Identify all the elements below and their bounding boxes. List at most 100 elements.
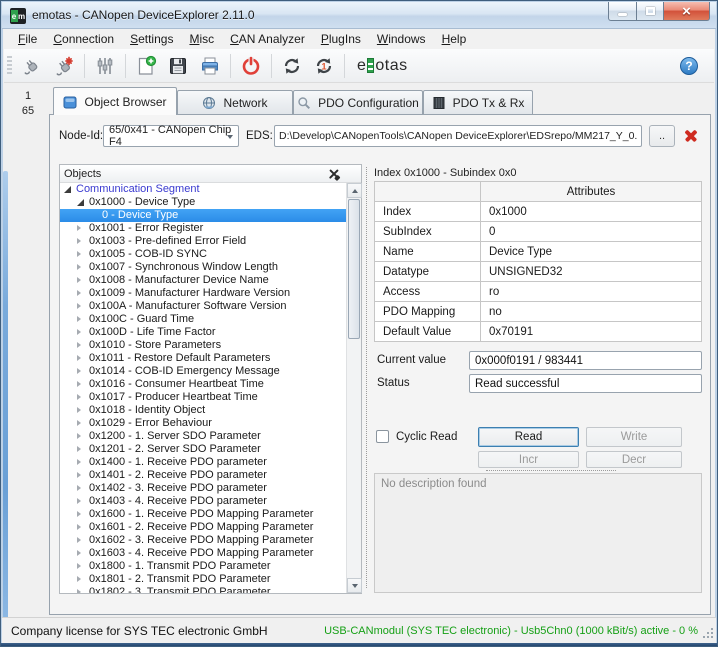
tree-item[interactable]: 0x1800 - 1. Transmit PDO Parameter [60,560,346,573]
collapsed-arrow-icon[interactable] [77,537,81,543]
tree-item[interactable]: 0x1003 - Pre-defined Error Field [60,235,346,248]
incr-button[interactable]: Incr [478,451,579,468]
tree-item[interactable]: 0x1400 - 1. Receive PDO parameter [60,456,346,469]
tree-item[interactable]: 0x1801 - 2. Transmit PDO Parameter [60,573,346,586]
current-value-field[interactable]: 0x000f0191 / 983441 [469,351,702,370]
read-button[interactable]: Read [478,427,579,447]
tree-item[interactable]: 0x1001 - Error Register [60,222,346,235]
collapsed-arrow-icon[interactable] [77,225,81,231]
tools-icon[interactable] [327,167,341,181]
maximize-button[interactable] [637,2,664,21]
collapsed-arrow-icon[interactable] [77,355,81,361]
decr-button[interactable]: Decr [586,451,682,468]
new-file-button[interactable] [131,52,161,80]
tree-scrollbar[interactable] [346,183,361,593]
tree-item[interactable]: 0x1802 - 3. Transmit PDO Parameter [60,586,346,593]
expanded-arrow-icon[interactable] [64,186,71,193]
tree-item[interactable]: 0x1007 - Synchronous Window Length [60,261,346,274]
tree-item[interactable]: 0x1017 - Producer Heartbeat Time [60,391,346,404]
tree-item[interactable]: 0x1029 - Error Behaviour [60,417,346,430]
tree-item[interactable]: 0x1018 - Identity Object [60,404,346,417]
resize-grip[interactable] [711,636,713,638]
settings-button[interactable] [90,52,120,80]
collapsed-arrow-icon[interactable] [77,576,81,582]
node-list-item[interactable]: 65 [9,104,47,119]
tree-item[interactable]: 0x1008 - Manufacturer Device Name [60,274,346,287]
collapsed-arrow-icon[interactable] [77,524,81,530]
scroll-down-button[interactable] [347,578,362,593]
close-button[interactable]: × [664,2,710,21]
tree-item[interactable]: 0x1403 - 4. Receive PDO parameter [60,495,346,508]
tree-item[interactable]: 0x1601 - 2. Receive PDO Mapping Paramete… [60,521,346,534]
splitter-dots[interactable] [486,470,616,471]
tree-item[interactable]: 0x1011 - Restore Default Parameters [60,352,346,365]
collapsed-arrow-icon[interactable] [77,511,81,517]
write-button[interactable]: Write [586,427,682,447]
toolbar-grip[interactable] [7,56,12,76]
title-bar[interactable]: e m emotas - CANopen DeviceExplorer 2.11… [2,2,716,29]
collapsed-arrow-icon[interactable] [77,368,81,374]
menu-file[interactable]: File [10,30,45,48]
collapsed-arrow-icon[interactable] [77,329,81,335]
minimize-button[interactable] [608,2,637,21]
refresh-button[interactable] [277,52,307,80]
collapsed-arrow-icon[interactable] [77,420,81,426]
tree-item[interactable]: 0x1401 - 2. Receive PDO parameter [60,469,346,482]
node-list-item[interactable]: 1 [9,89,47,104]
refresh-single-button[interactable]: 1 [309,52,339,80]
panel-splitter[interactable] [366,167,367,588]
collapsed-arrow-icon[interactable] [77,563,81,569]
disconnect-button[interactable] [49,52,79,80]
collapsed-arrow-icon[interactable] [77,485,81,491]
menu-help[interactable]: Help [434,30,475,48]
tree-item[interactable]: 0x1402 - 3. Receive PDO parameter [60,482,346,495]
tree-item[interactable]: 0x1201 - 2. Server SDO Parameter [60,443,346,456]
collapsed-arrow-icon[interactable] [77,264,81,270]
scroll-up-button[interactable] [347,183,362,198]
collapsed-arrow-icon[interactable] [77,238,81,244]
tree-item[interactable]: 0x100D - Life Time Factor [60,326,346,339]
browse-eds-button[interactable]: .. [649,125,675,147]
tree-item[interactable]: 0x1009 - Manufacturer Hardware Version [60,287,346,300]
scrollbar-thumb[interactable] [348,199,360,339]
tree-item[interactable]: 0x1010 - Store Parameters [60,339,346,352]
expanded-arrow-icon[interactable] [77,199,84,206]
tree-item[interactable]: 0x1016 - Consumer Heartbeat Time [60,378,346,391]
collapsed-arrow-icon[interactable] [77,407,81,413]
node-id-select[interactable]: 65/0x41 - CANopen Chip F4 [103,125,239,147]
tree-item[interactable]: 0x1600 - 1. Receive PDO Mapping Paramete… [60,508,346,521]
tree-item[interactable]: 0x1014 - COB-ID Emergency Message [60,365,346,378]
tree-item[interactable]: 0x1602 - 3. Receive PDO Mapping Paramete… [60,534,346,547]
remove-eds-button[interactable] [682,127,700,145]
tab-pdo-configuration[interactable]: PDO Configuration [293,90,423,114]
collapsed-arrow-icon[interactable] [77,433,81,439]
menu-settings[interactable]: Settings [122,30,181,48]
tree-item[interactable]: 0x1603 - 4. Receive PDO Mapping Paramete… [60,547,346,560]
collapsed-arrow-icon[interactable] [77,303,81,309]
menu-can-analyzer[interactable]: CAN Analyzer [222,30,313,48]
save-button[interactable] [163,52,193,80]
tab-network[interactable]: Network [177,90,293,114]
collapsed-arrow-icon[interactable] [77,498,81,504]
collapsed-arrow-icon[interactable] [77,394,81,400]
tree-item[interactable]: 0x100A - Manufacturer Software Version [60,300,346,313]
tree-item[interactable]: 0x1000 - Device Type [60,196,346,209]
collapsed-arrow-icon[interactable] [77,342,81,348]
help-button[interactable]: ? [680,57,698,75]
print-button[interactable] [195,52,225,80]
collapsed-arrow-icon[interactable] [77,381,81,387]
collapsed-arrow-icon[interactable] [77,277,81,283]
collapsed-arrow-icon[interactable] [77,446,81,452]
menu-misc[interactable]: Misc [181,30,222,48]
connect-button[interactable] [17,52,47,80]
tree-item[interactable]: 0x1200 - 1. Server SDO Parameter [60,430,346,443]
collapsed-arrow-icon[interactable] [77,316,81,322]
eds-path-input[interactable] [274,125,642,147]
cyclic-read-checkbox[interactable] [376,430,389,443]
tree-item[interactable]: 0x1005 - COB-ID SYNC [60,248,346,261]
menu-connection[interactable]: Connection [45,30,122,48]
left-scrollbar[interactable] [3,171,8,623]
tree-item[interactable]: Communication Segment [60,183,346,196]
tree-item[interactable]: 0x100C - Guard Time [60,313,346,326]
collapsed-arrow-icon[interactable] [77,550,81,556]
